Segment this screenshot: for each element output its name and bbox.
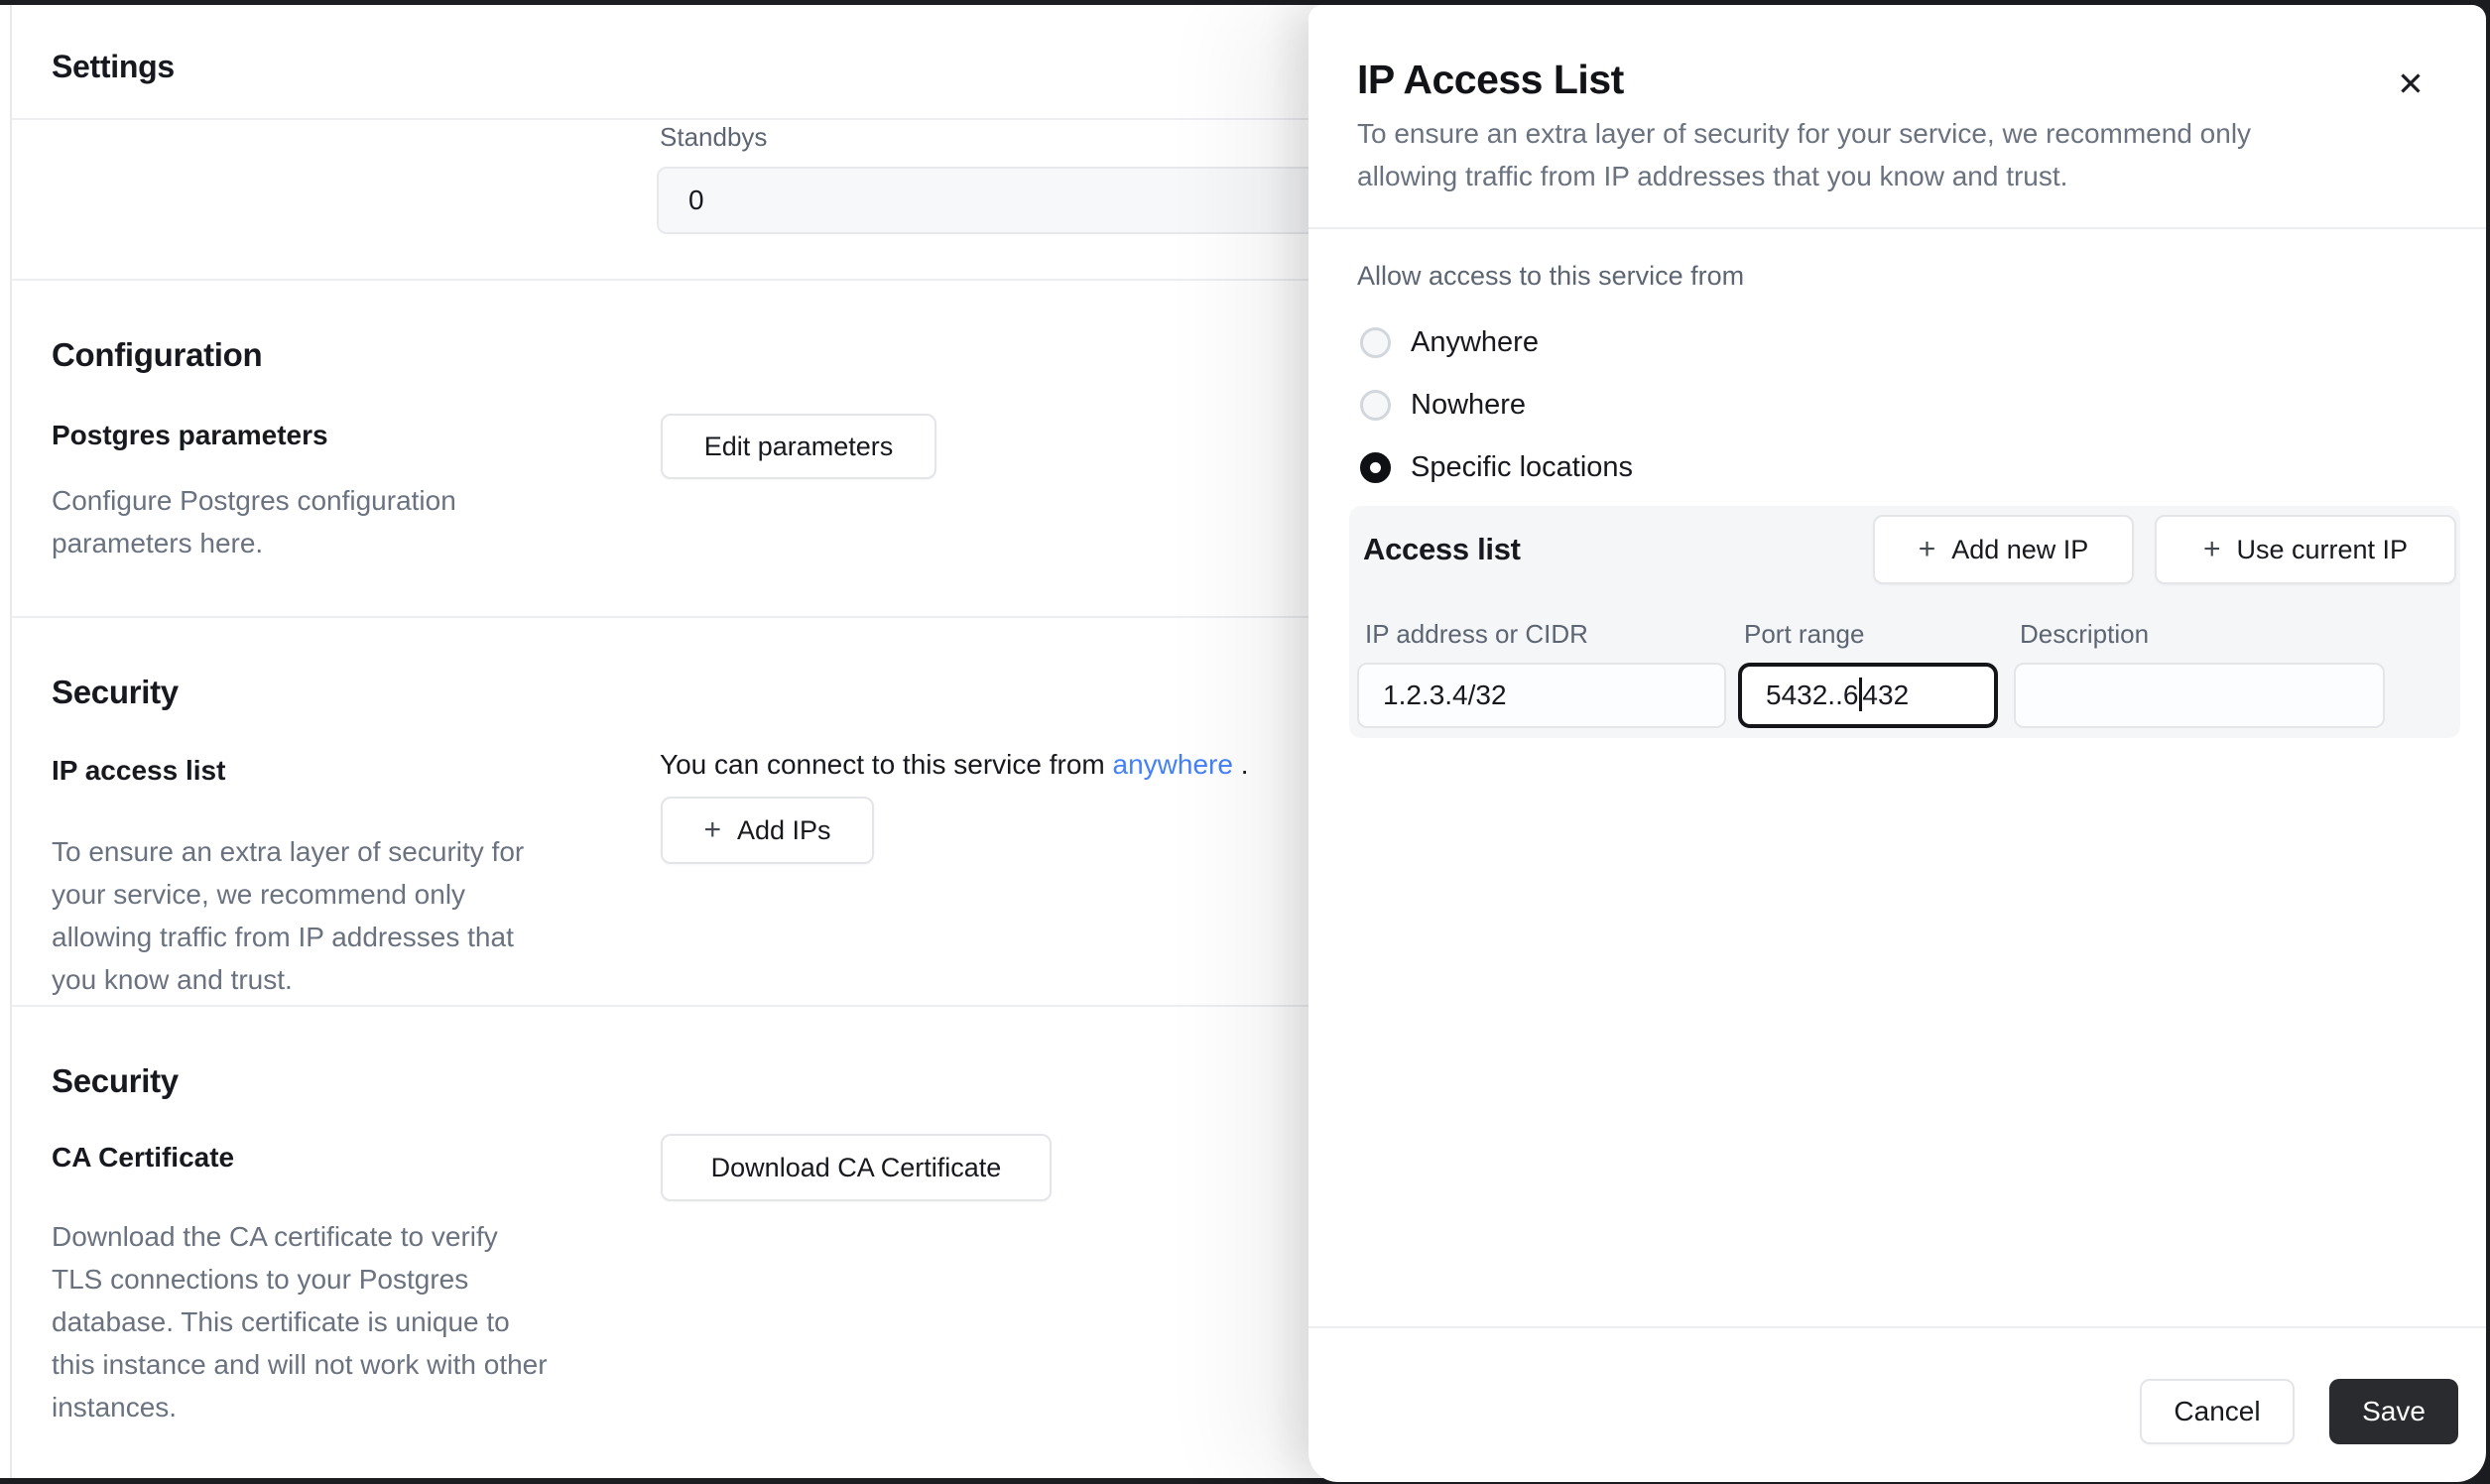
ip-address-input[interactable]: 1.2.3.4/32 xyxy=(1357,663,1726,728)
plus-icon: + xyxy=(1919,535,1936,564)
port-value-after-cursor: 432 xyxy=(1862,680,1909,710)
sidebar-edge-divider xyxy=(10,5,12,1478)
download-ca-certificate-button[interactable]: Download CA Certificate xyxy=(661,1134,1052,1201)
add-new-ip-button-label: Add new IP xyxy=(1951,535,2088,565)
access-list-heading: Access list xyxy=(1363,532,1521,567)
column-header-port: Port range xyxy=(1744,619,1864,650)
standbys-label: Standbys xyxy=(660,122,767,153)
ip-access-list-label: IP access list xyxy=(52,755,225,787)
use-current-ip-button[interactable]: + Use current IP xyxy=(2155,515,2456,584)
ca-certificate-description: Download the CA certificate to verify TL… xyxy=(52,1215,548,1428)
configuration-description: Configure Postgres configuration paramet… xyxy=(52,479,456,564)
plus-icon: + xyxy=(2203,535,2221,564)
configuration-heading: Configuration xyxy=(52,336,262,374)
radio-selected-icon xyxy=(1360,452,1391,483)
connect-from-text: You can connect to this service from any… xyxy=(660,749,1249,781)
column-header-description: Description xyxy=(2020,619,2149,650)
plus-icon: + xyxy=(703,815,721,845)
ip-access-description: To ensure an extra layer of security for… xyxy=(52,830,524,1001)
column-header-ip: IP address or CIDR xyxy=(1365,619,1588,650)
page-title: Settings xyxy=(52,49,175,85)
access-list-panel: Access list +Add new IP +Use current IP … xyxy=(1349,506,2460,738)
drawer-title: IP Access List xyxy=(1357,57,1624,103)
close-icon[interactable]: ✕ xyxy=(2386,59,2435,108)
port-range-input[interactable]: 5432..6432 xyxy=(1738,663,1998,728)
description-input[interactable] xyxy=(2014,663,2385,728)
ip-access-list-drawer: IP Access List ✕ To ensure an extra laye… xyxy=(1308,5,2486,1482)
ca-certificate-label: CA Certificate xyxy=(52,1142,234,1174)
radio-specific-locations[interactable]: Specific locations xyxy=(1360,445,1633,489)
radio-nowhere-label: Nowhere xyxy=(1411,389,1526,422)
port-value-before-cursor: 5432..6 xyxy=(1766,680,1858,710)
add-ips-button-label: Add IPs xyxy=(737,815,831,846)
edit-parameters-button[interactable]: Edit parameters xyxy=(661,414,936,479)
save-button[interactable]: Save xyxy=(2329,1379,2458,1444)
cancel-button[interactable]: Cancel xyxy=(2140,1379,2295,1444)
security-heading: Security xyxy=(52,674,179,711)
postgres-parameters-label: Postgres parameters xyxy=(52,420,328,451)
divider xyxy=(1308,227,2486,229)
add-ips-button[interactable]: + Add IPs xyxy=(661,797,874,864)
anywhere-link[interactable]: anywhere xyxy=(1113,749,1233,780)
divider xyxy=(1308,1326,2486,1328)
drawer-description: To ensure an extra layer of security for… xyxy=(1357,112,2251,197)
radio-anywhere[interactable]: Anywhere xyxy=(1360,320,1539,364)
radio-nowhere[interactable]: Nowhere xyxy=(1360,383,1526,427)
add-new-ip-button[interactable]: + Add new IP xyxy=(1873,515,2134,584)
security-ca-heading: Security xyxy=(52,1062,179,1100)
radio-circle-icon xyxy=(1360,390,1391,421)
allow-access-label: Allow access to this service from xyxy=(1357,261,1744,292)
use-current-ip-button-label: Use current IP xyxy=(2236,535,2408,565)
connect-text-after: . xyxy=(1233,749,1249,780)
app-stage: Settings Standbys 0 Configuration Postgr… xyxy=(0,0,2490,1484)
connect-text-before: You can connect to this service from xyxy=(660,749,1113,780)
radio-anywhere-label: Anywhere xyxy=(1411,326,1539,359)
radio-specific-locations-label: Specific locations xyxy=(1411,451,1633,484)
radio-circle-icon xyxy=(1360,327,1391,358)
